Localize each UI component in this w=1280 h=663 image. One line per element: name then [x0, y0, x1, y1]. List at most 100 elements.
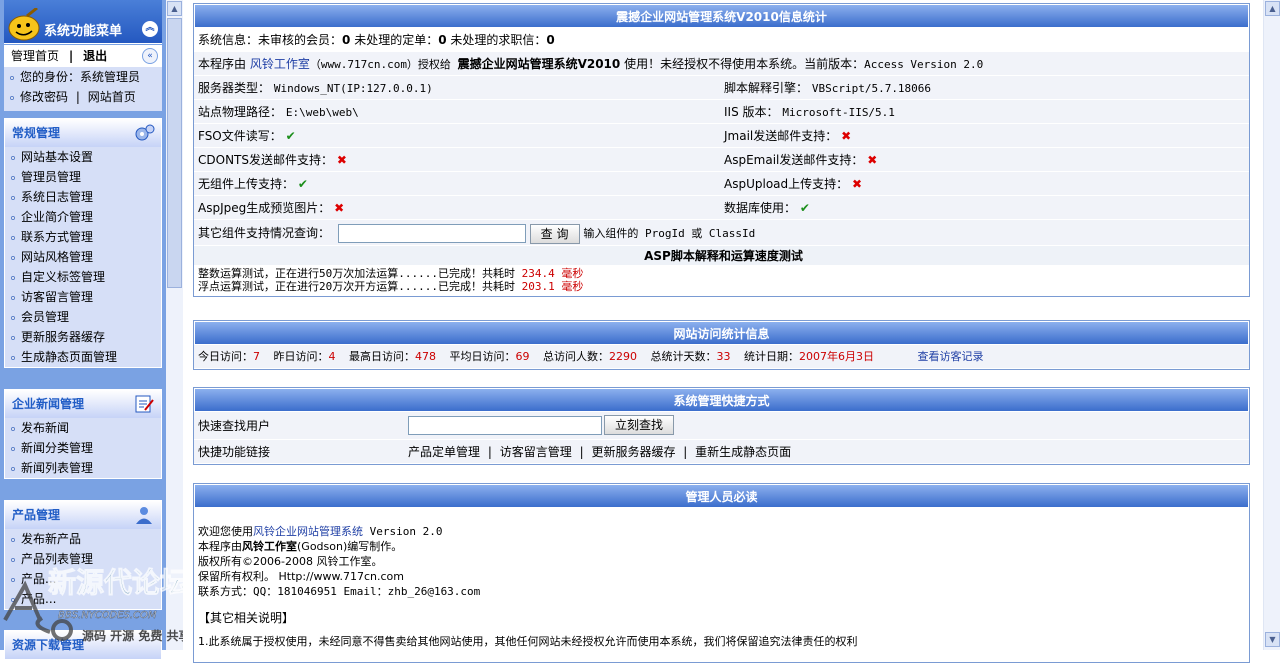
pipe-separator: |: [75, 90, 80, 104]
menu-item-label: 管理员管理: [21, 170, 82, 184]
panel-general: 常规管理 网站基本设置管理员管理系统日志管理企业简介管理 联系方式管理网站风格管理…: [4, 118, 162, 368]
view-visitor-log-link[interactable]: 查看访客记录: [918, 350, 984, 363]
visits-panel: 网站访问统计信息 今日访问：7 昨日访问：4 最高日访问：478 平均日访问：6…: [193, 320, 1250, 370]
regenerate-static-link[interactable]: 重新生成静态页面: [695, 445, 791, 459]
info-value: ✖: [851, 177, 863, 191]
menu-item-label: 新闻分类管理: [21, 441, 94, 455]
info-label: 脚本解释引擎：: [724, 81, 809, 95]
menu-item[interactable]: 发布新闻: [5, 418, 161, 438]
refresh-cache-link[interactable]: 更新服务器缓存: [591, 445, 675, 459]
menu-item-label: 企业简介管理: [21, 210, 94, 224]
site-home-link[interactable]: 网站首页: [88, 90, 136, 104]
menu-item[interactable]: 更新服务器缓存: [5, 327, 161, 347]
menu-item[interactable]: 新闻分类管理: [5, 438, 161, 458]
tab-admin-home[interactable]: 管理首页: [11, 49, 59, 63]
menu-item[interactable]: 会员管理: [5, 307, 161, 327]
change-password-link[interactable]: 修改密码: [20, 90, 68, 104]
identity-row: 您的身份：系统管理员: [4, 67, 162, 87]
panel-title: 产品管理: [12, 508, 61, 522]
info-value: ✖: [867, 153, 878, 167]
left-scrollbar[interactable]: ▲: [166, 0, 183, 650]
left-menu: 系统功能菜单 ︽ 管理首页 | 退出 « 您的身份：系统管理员 修改密码 | 网…: [0, 0, 183, 660]
menu-item-label: 会员管理: [21, 310, 70, 324]
main-content: 震撼企业网站管理系统V2010信息统计 系统信息：未审核的会员： 0 未处理的定单…: [183, 0, 1263, 663]
smiley-logo-icon: [8, 8, 40, 41]
collapse-up-icon[interactable]: ︽: [142, 21, 158, 37]
panel-products-header[interactable]: 产品管理: [5, 501, 161, 529]
bullet-icon: [11, 195, 15, 200]
quick-links-row: 快捷功能链接 产品定单管理 | 访客留言管理 | 更新服务器缓存 | 重新生成静…: [194, 440, 1249, 464]
menu-item[interactable]: 网站风格管理: [5, 247, 161, 267]
menu-item-label: 联系方式管理: [21, 230, 94, 244]
tab-separator: |: [68, 49, 74, 63]
menu-item[interactable]: 生成静态页面管理: [5, 347, 161, 367]
user-search-input[interactable]: [408, 416, 602, 435]
notice-panel: 管理人员必读 欢迎您使用风铃企业网站管理系统 Version 2.0 本程序由风…: [193, 483, 1250, 663]
info-label: 无组件上传支持：: [198, 177, 295, 191]
server-info-row: AspJpeg生成预览图片： ✖ 数据库使用： ✔: [194, 196, 1249, 220]
account-links: 修改密码 | 网站首页: [4, 87, 162, 107]
notice-text: (Godson)编写制作。: [297, 540, 403, 553]
bullet-icon: [10, 95, 14, 100]
scroll-up-arrow-icon[interactable]: ▲: [167, 1, 182, 16]
pipe-separator: |: [579, 445, 584, 459]
component-query-input[interactable]: [337, 224, 526, 243]
int-test-text: 整数运算测试，正在进行50万次加法运算......已完成！共耗时: [198, 267, 522, 280]
search-now-button[interactable]: 立刻查找: [604, 415, 675, 435]
panel-news-header[interactable]: 企业新闻管理: [5, 390, 161, 418]
pipe-separator: |: [487, 445, 492, 459]
bullet-icon: [11, 215, 15, 220]
panel-title: 企业新闻管理: [12, 397, 85, 411]
bullet-icon: [11, 235, 15, 240]
menu-item[interactable]: 企业简介管理: [5, 207, 161, 227]
info-label: 服务器类型：: [198, 81, 271, 95]
info-value: Windows_NT(IP:127.0.0.1): [273, 82, 433, 95]
bullet-icon: [11, 275, 15, 280]
menu-title: 系统功能菜单: [44, 24, 123, 39]
license-text: 本程序由: [198, 57, 250, 71]
user-icon: [136, 507, 152, 524]
bullet-icon: [11, 315, 15, 320]
menu-item[interactable]: 系统日志管理: [5, 187, 161, 207]
server-info-row: 无组件上传支持： ✔ AspUpload上传支持： ✖: [194, 172, 1249, 196]
menu-item[interactable]: 访客留言管理: [5, 287, 161, 307]
tab-logout[interactable]: 退出: [83, 49, 107, 63]
scroll-up-arrow-icon[interactable]: ▲: [1265, 1, 1280, 16]
query-button[interactable]: 查 询: [529, 223, 580, 244]
order-management-link[interactable]: 产品定单管理: [408, 445, 480, 459]
bullet-icon: [11, 426, 15, 431]
bullet-icon: [11, 355, 15, 360]
menu-item[interactable]: 新闻列表管理: [5, 458, 161, 478]
notice-header: 管理人员必读: [194, 484, 1249, 508]
info-value: ✖: [841, 129, 852, 143]
max-visits: 478: [415, 350, 436, 363]
menu-item[interactable]: 自定义标签管理: [5, 267, 161, 287]
main-scrollbar[interactable]: ▲ ▼: [1263, 0, 1280, 650]
info-value: ✖: [334, 201, 345, 215]
system-name-link[interactable]: 风铃企业网站管理系统: [253, 525, 363, 538]
notice-body: 欢迎您使用风铃企业网站管理系统 Version 2.0 本程序由风铃工作室(Go…: [194, 508, 1249, 649]
menu-item-label: 访客留言管理: [21, 290, 94, 304]
visits-label: 昨日访问：: [273, 350, 329, 363]
total-visitors: 2290: [609, 350, 637, 363]
notice-text: 欢迎您使用: [198, 525, 253, 538]
int-test-row: 整数运算测试，正在进行50万次加法运算......已完成！共耗时 234.4 毫…: [194, 266, 1249, 280]
panel-general-header[interactable]: 常规管理: [5, 119, 161, 147]
info-label: FSO文件读写：: [198, 129, 282, 143]
menu-item[interactable]: 管理员管理: [5, 167, 161, 187]
studio-link[interactable]: 风铃工作室: [250, 57, 310, 71]
scroll-down-arrow-icon[interactable]: ▼: [1265, 632, 1280, 647]
menu-item[interactable]: 联系方式管理: [5, 227, 161, 247]
menu-item[interactable]: 发布新产品: [5, 529, 161, 549]
version-text: Access Version 2.0: [864, 58, 984, 71]
sysinfo-row: 系统信息：未审核的会员：0 未处理的定单：0 未处理的求职信：0: [194, 28, 1249, 52]
menu-item[interactable]: 网站基本设置: [5, 147, 161, 167]
shortcuts-panel: 系统管理快捷方式 快速查找用户 立刻查找 快捷功能链接 产品定单管理 | 访客留…: [193, 387, 1250, 465]
collapse-left-icon[interactable]: «: [142, 48, 158, 64]
guestbook-management-link[interactable]: 访客留言管理: [500, 445, 572, 459]
component-query-row: 其它组件支持情况查询： 查 询 输入组件的 ProgId 或 ClassId: [194, 220, 1249, 246]
avg-visits: 69: [515, 350, 530, 363]
scroll-thumb[interactable]: [167, 18, 182, 288]
menu-item-label: 生成静态页面管理: [21, 350, 118, 364]
menu-item-label: 发布新闻: [21, 421, 70, 435]
